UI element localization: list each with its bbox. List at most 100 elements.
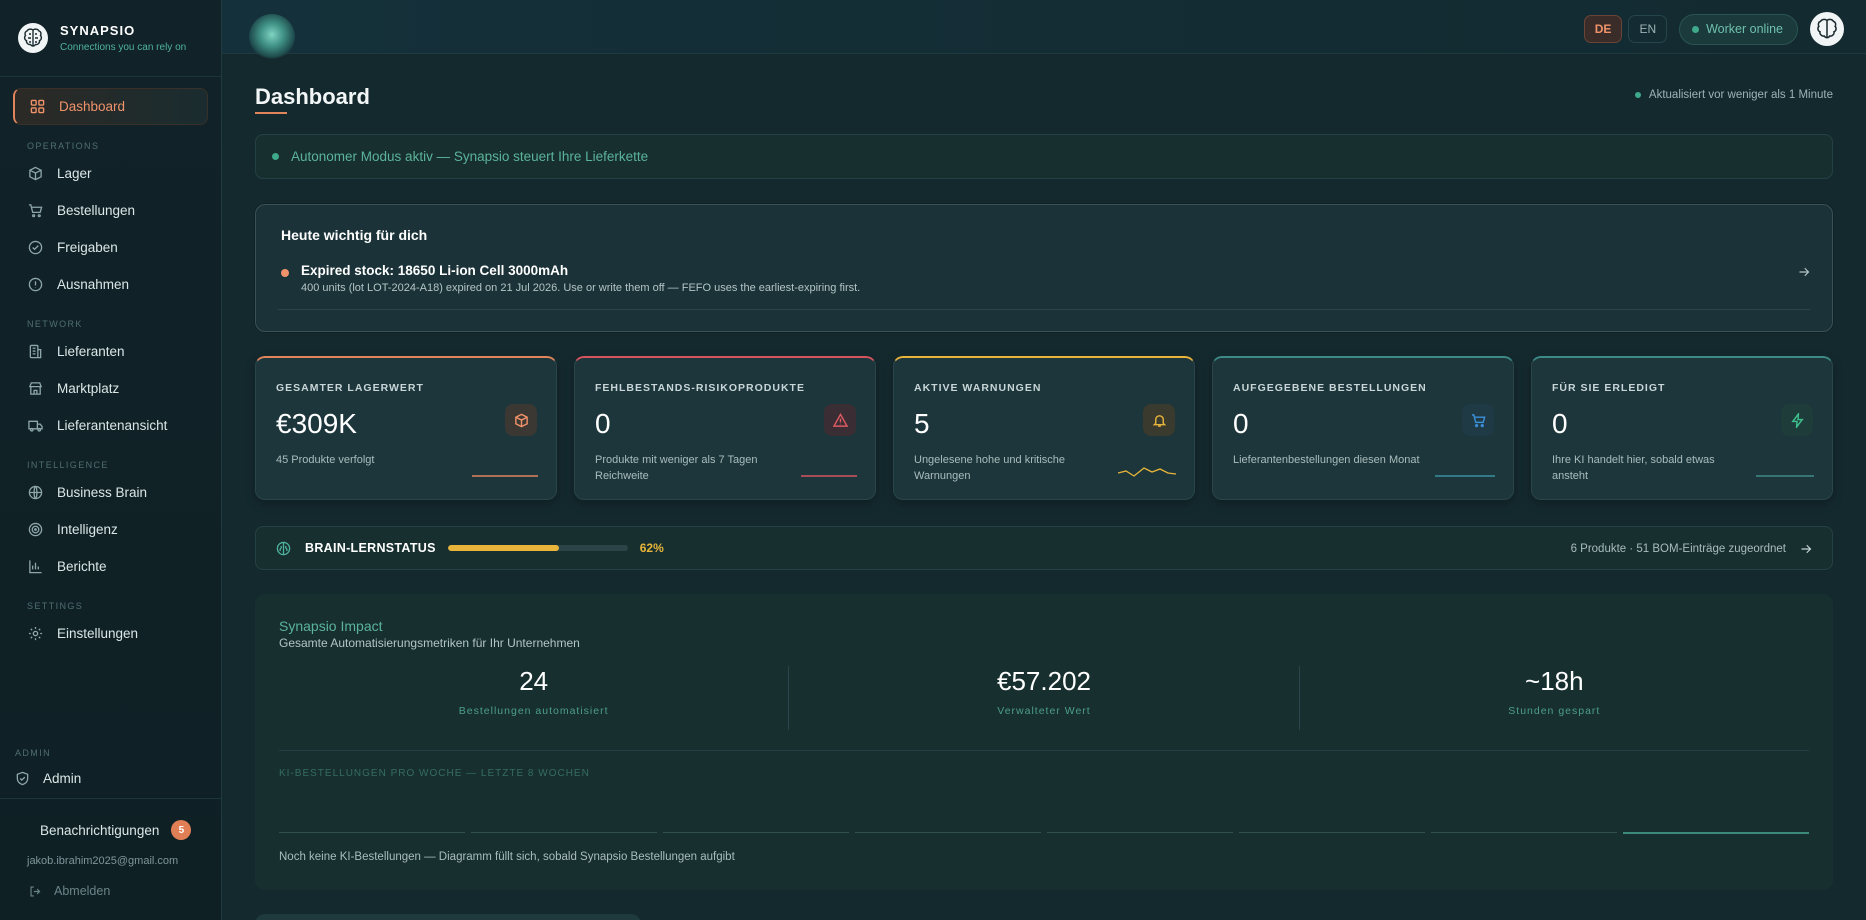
metric-managed-value: €57.202 Verwalteter Wert (788, 666, 1298, 730)
sidebar-item-label: Business Brain (57, 485, 148, 500)
synapsio-impact-card: Synapsio Impact Gesamte Automatisierungs… (255, 594, 1833, 890)
kpi-card-done-for-you[interactable]: FÜR SIE ERLEDIGT 0 Ihre KI handelt hier,… (1531, 356, 1833, 500)
week-bar (855, 832, 1041, 833)
brand[interactable]: SYNAPSIO Connections you can rely on (0, 0, 221, 77)
sidebar-item-intelligenz[interactable]: Intelligenz (13, 511, 208, 548)
brand-tagline: Connections you can rely on (60, 42, 187, 53)
week-bar (471, 832, 657, 833)
sidebar-item-lieferanten[interactable]: Lieferanten (13, 333, 208, 370)
kpi-row: GESAMTER LAGERWERT €309K 45 Produkte ver… (255, 356, 1833, 500)
status-dot-icon (1634, 92, 1641, 98)
brain-logo-icon (18, 23, 48, 53)
kpi-card-stockout-risk[interactable]: FEHLBESTANDS-RISIKOPRODUKTE 0 Produkte m… (574, 356, 876, 500)
notifications-label: Benachrichtigungen (40, 822, 160, 838)
kpi-value: €309K (276, 408, 357, 439)
weekly-chart-title: KI-BESTELLUNGEN PRO WOCHE — LETZTE 8 WOC… (279, 768, 590, 779)
today-important-card: Heute wichtig für dich Expired stock: 18… (255, 204, 1833, 332)
worker-status-label: Worker online (1706, 22, 1783, 36)
sparkline (1435, 475, 1495, 477)
radar-icon (27, 522, 43, 538)
sidebar-item-label: Ausnahmen (57, 277, 130, 292)
warning-triangle-icon (824, 404, 856, 436)
store-icon (27, 381, 43, 397)
brain-status-label: BRAIN-LERNSTATUS (305, 541, 436, 555)
status-dot-icon (1692, 25, 1700, 33)
kpi-label: FEHLBESTANDS-RISIKOPRODUKTE (595, 382, 805, 394)
sidebar-item-label: Lager (57, 166, 92, 181)
cart-icon (27, 203, 43, 219)
user-email: jakob.ibrahim2025@gmail.com (27, 855, 179, 867)
sidebar-item-marktplatz[interactable]: Marktplatz (13, 370, 208, 407)
sidebar-item-berichte[interactable]: Berichte (13, 548, 208, 585)
kpi-subtext: Ungelesene hohe und kritische Warnungen (914, 454, 1066, 482)
section-intelligence: INTELLIGENCE (27, 460, 109, 470)
sidebar-item-business-brain[interactable]: Business Brain (13, 474, 208, 511)
kpi-label: GESAMTER LAGERWERT (276, 382, 424, 394)
kpi-label: AUFGEGEBENE BESTELLUNGEN (1233, 382, 1427, 394)
metric-value: 24 (519, 666, 549, 696)
metric-hours-saved: ~18h Stunden gespart (1298, 666, 1809, 730)
gear-icon (27, 626, 43, 642)
sidebar-item-label: Einstellungen (57, 626, 139, 641)
sidebar-item-lieferantenansicht[interactable]: Lieferantenansicht (13, 407, 208, 444)
sidebar-item-admin[interactable]: Admin (15, 771, 81, 786)
metric-label: Verwalteter Wert (997, 705, 1091, 717)
kpi-subtext: Produkte mit weniger als 7 Tagen Reichwe… (595, 454, 758, 482)
lang-de-button[interactable]: DE (1583, 15, 1623, 43)
sparkline (1756, 475, 1814, 477)
today-title: Heute wichtig für dich (281, 227, 428, 243)
shield-check-icon (15, 771, 30, 786)
sidebar-item-label: Intelligenz (57, 522, 118, 537)
sidebar-item-label: Lieferantenansicht (57, 418, 168, 433)
brain-avatar-icon (1817, 18, 1837, 39)
kpi-value: 5 (914, 408, 930, 439)
logout-button[interactable]: Abmelden (29, 884, 110, 898)
impact-title: Synapsio Impact (279, 618, 383, 634)
metric-value: ~18h (1525, 666, 1584, 696)
topbar: DE EN Worker online (222, 0, 1866, 60)
logout-icon (29, 885, 42, 898)
logout-label: Abmelden (54, 884, 111, 898)
kpi-subtext: Lieferantenbestellungen diesen Monat (1233, 454, 1420, 466)
metric-orders-automated: 24 Bestellungen automatisiert (279, 666, 788, 730)
sidebar-item-freigaben[interactable]: Freigaben (13, 229, 208, 266)
today-item[interactable]: Expired stock: 18650 Li-ion Cell 3000mAh… (281, 263, 860, 294)
bar-chart-icon (27, 559, 43, 575)
sidebar-item-label: Berichte (57, 559, 107, 574)
arrow-right-icon[interactable] (1800, 543, 1812, 555)
globe-icon (27, 485, 43, 501)
brain-icon (276, 541, 291, 556)
sidebar-item-bestellungen[interactable]: Bestellungen (13, 192, 208, 229)
kpi-card-orders-placed[interactable]: AUFGEGEBENE BESTELLUNGEN 0 Lieferantenbe… (1212, 356, 1514, 500)
last-updated: Aktualisiert vor weniger als 1 Minute (1634, 89, 1833, 101)
last-updated-text: Aktualisiert vor weniger als 1 Minute (1648, 89, 1833, 101)
section-operations: OPERATIONS (27, 141, 100, 151)
brain-learning-status[interactable]: BRAIN-LERNSTATUS 62% 6 Produkte · 51 BOM… (255, 526, 1833, 570)
building-icon (27, 344, 43, 360)
week-bar (1239, 832, 1425, 833)
sidebar-item-einstellungen[interactable]: Einstellungen (13, 615, 208, 652)
topbar-actions: DE EN Worker online (1578, 12, 1844, 46)
sidebar-item-label: Freigaben (57, 240, 118, 255)
user-avatar[interactable] (1810, 12, 1844, 46)
sidebar-item-lager[interactable]: Lager (13, 155, 208, 192)
section-network: NETWORK (27, 319, 83, 329)
truck-icon (27, 418, 43, 434)
box-icon (505, 404, 537, 436)
page-title: Dashboard (255, 84, 370, 109)
impact-subtitle: Gesamte Automatisierungsmetriken für Ihr… (279, 636, 580, 650)
kpi-card-active-warnings[interactable]: AKTIVE WARNUNGEN 5 Ungelesene hohe und k… (893, 356, 1195, 500)
arrow-right-icon[interactable] (1798, 265, 1810, 283)
notifications-count-badge: 5 (171, 820, 192, 840)
sidebar-item-dashboard[interactable]: Dashboard (13, 88, 208, 125)
lang-en-button[interactable]: EN (1628, 15, 1668, 43)
week-bar-current (1623, 832, 1809, 834)
sidebar-item-ausnahmen[interactable]: Ausnahmen (13, 266, 208, 303)
worker-status-pill[interactable]: Worker online (1679, 13, 1798, 45)
notifications-link[interactable]: Benachrichtigungen 5 (40, 820, 200, 840)
brain-progress-percent: 62% (639, 541, 664, 555)
kpi-card-stock-value[interactable]: GESAMTER LAGERWERT €309K 45 Produkte ver… (255, 356, 557, 500)
metric-label: Bestellungen automatisiert (458, 705, 609, 717)
kpi-value: 0 (1233, 408, 1249, 439)
week-bar (1047, 832, 1233, 833)
